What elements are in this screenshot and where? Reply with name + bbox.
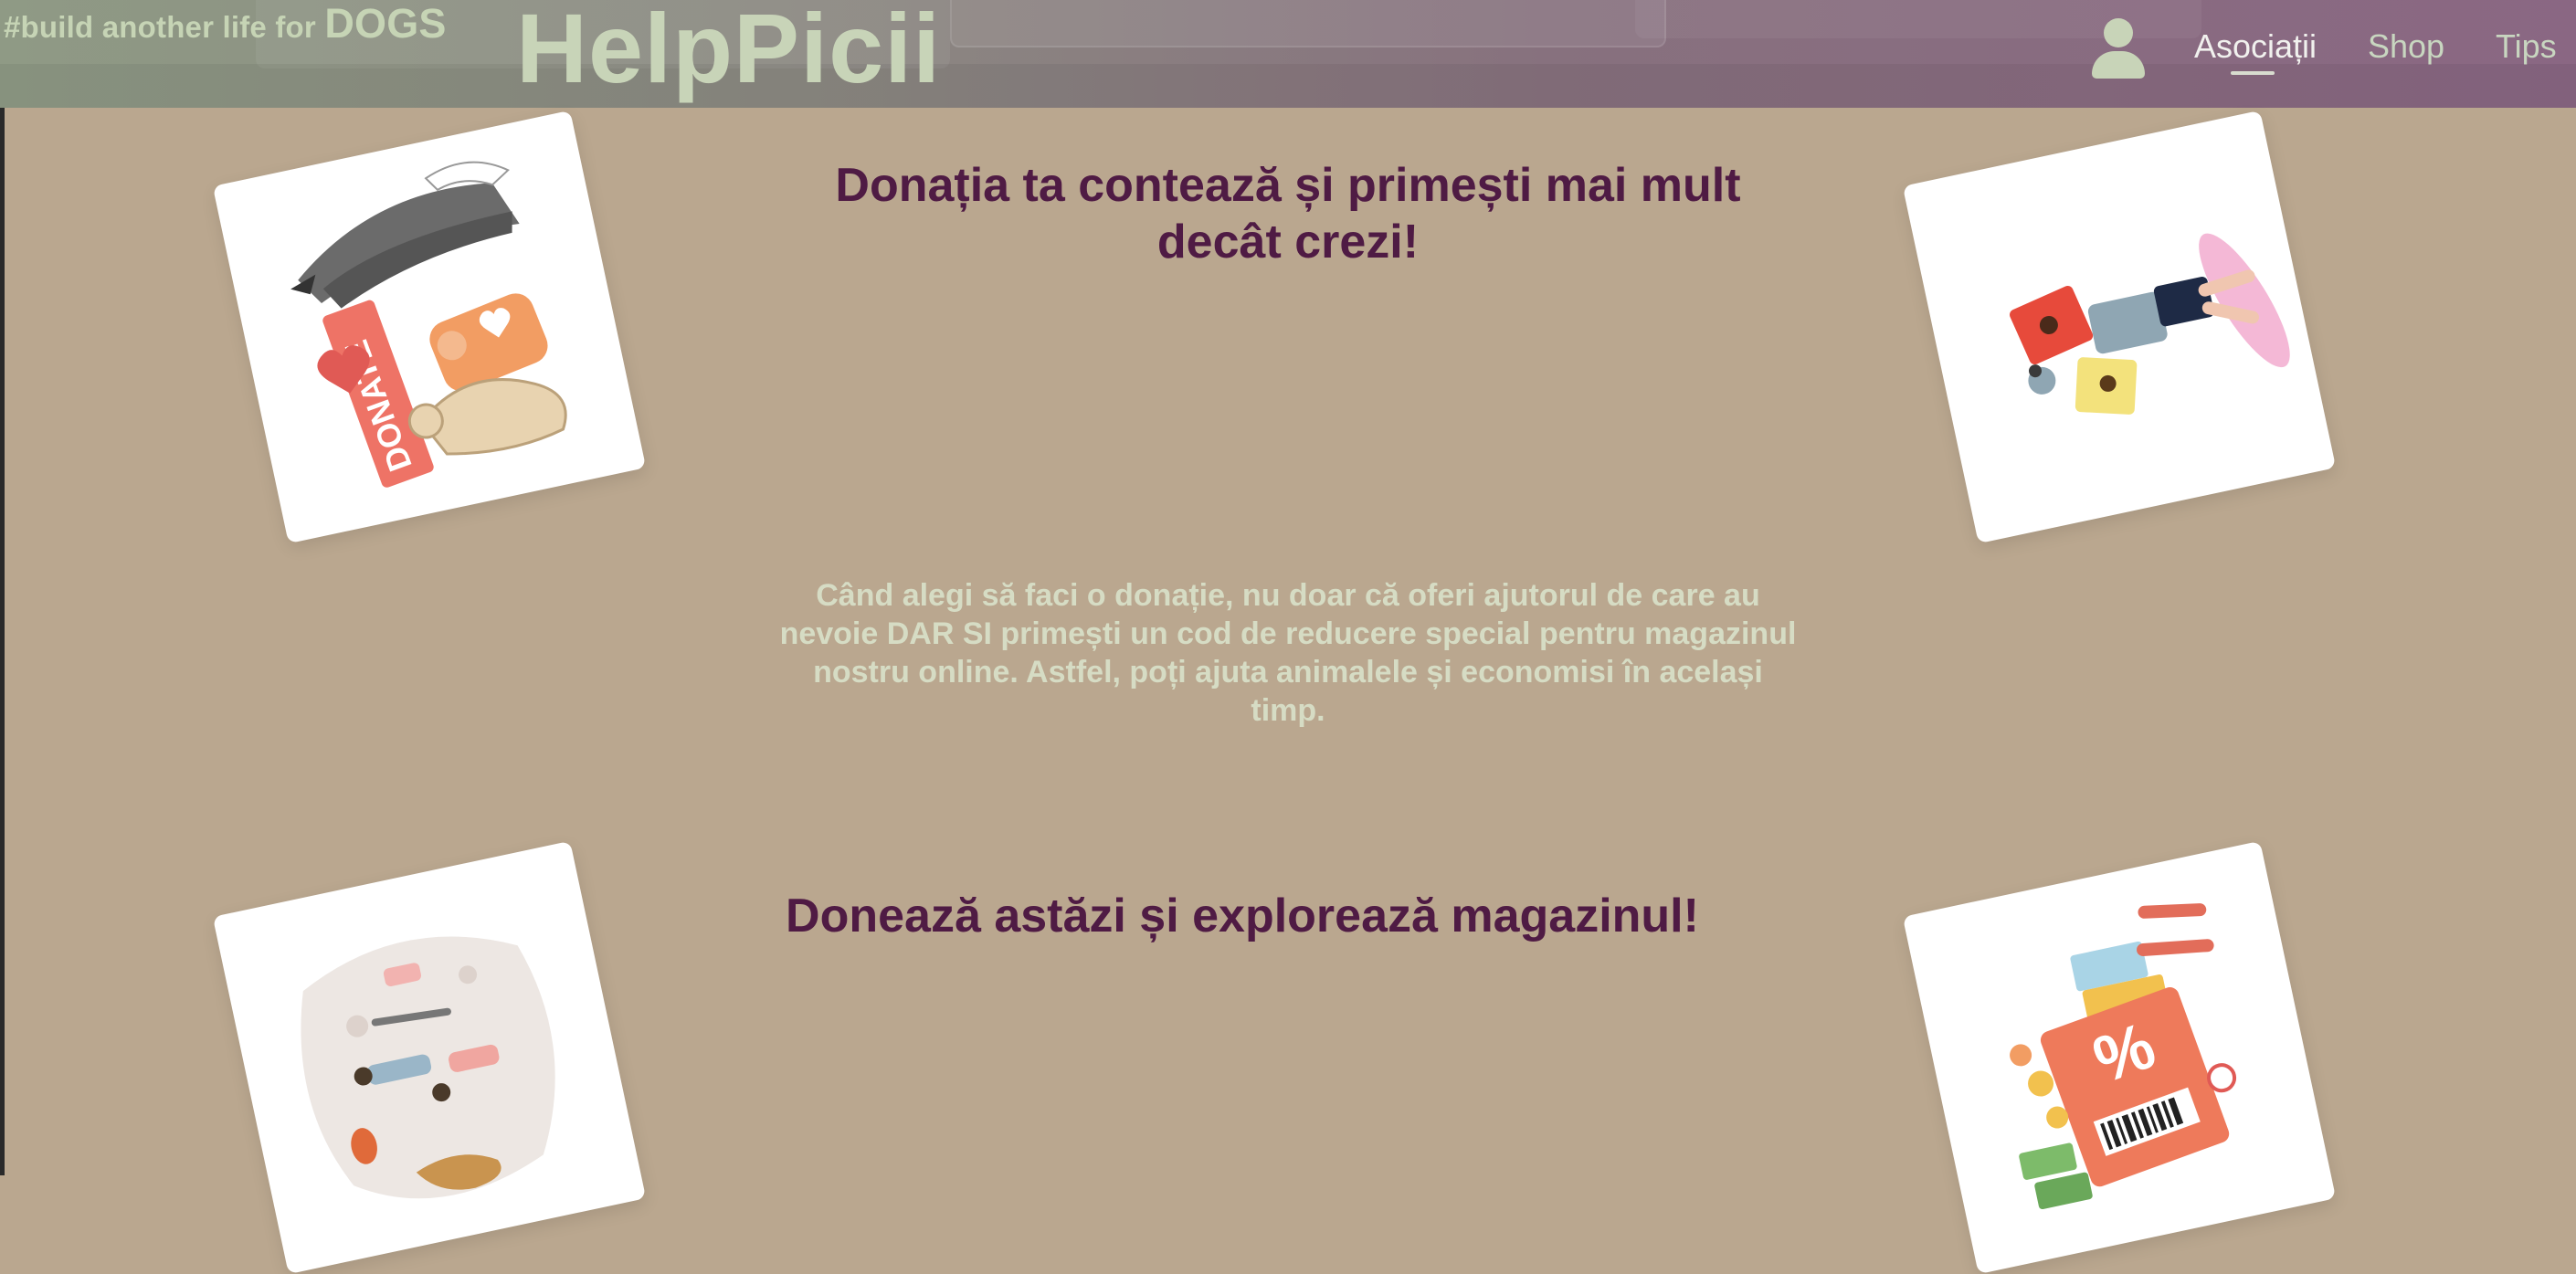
- hashtag-emphasis: DOGS: [324, 0, 447, 47]
- hashtag-text: #build another life for: [4, 10, 325, 44]
- section-paragraph-donation: Când alegi să faci o donație, nu doar că…: [779, 578, 1797, 728]
- user-icon-body: [2092, 51, 2145, 79]
- section-heading-explore: Donează astăzi și explorează magazinul!: [786, 890, 1699, 942]
- nav-link-tips[interactable]: Tips: [2496, 27, 2557, 66]
- nav-link-shop[interactable]: Shop: [2368, 27, 2444, 66]
- dog-shop-illustration-card: [1902, 110, 2337, 544]
- header-decoration: [950, 0, 1666, 47]
- hashtag-slogan: #build another life for DOGS: [4, 0, 447, 47]
- window-edge: [0, 0, 5, 1175]
- top-header: #build another life for DOGS HelpPicii A…: [0, 0, 2576, 108]
- user-icon-head: [2104, 18, 2133, 47]
- discount-coupon-illustration: %: [2010, 903, 2237, 1210]
- user-account-icon[interactable]: [2092, 18, 2145, 79]
- nav-active-indicator: [2231, 71, 2275, 75]
- section-heading-donation: Donația ta contează și primești mai mult…: [835, 159, 1741, 268]
- site-logo[interactable]: HelpPicii: [516, 0, 941, 103]
- donate-illustration: DONATE: [290, 161, 567, 488]
- walking-dog-illustration: [301, 936, 555, 1199]
- dog-shop-illustration: [2010, 233, 2290, 415]
- nav-link-asociatii[interactable]: Asociații: [2194, 27, 2317, 66]
- donate-illustration-card: DONATE: [212, 110, 647, 544]
- header-decoration: [0, 64, 2576, 108]
- walking-dog-illustration-card: [212, 840, 647, 1274]
- discount-coupon-illustration-card: %: [1902, 840, 2337, 1274]
